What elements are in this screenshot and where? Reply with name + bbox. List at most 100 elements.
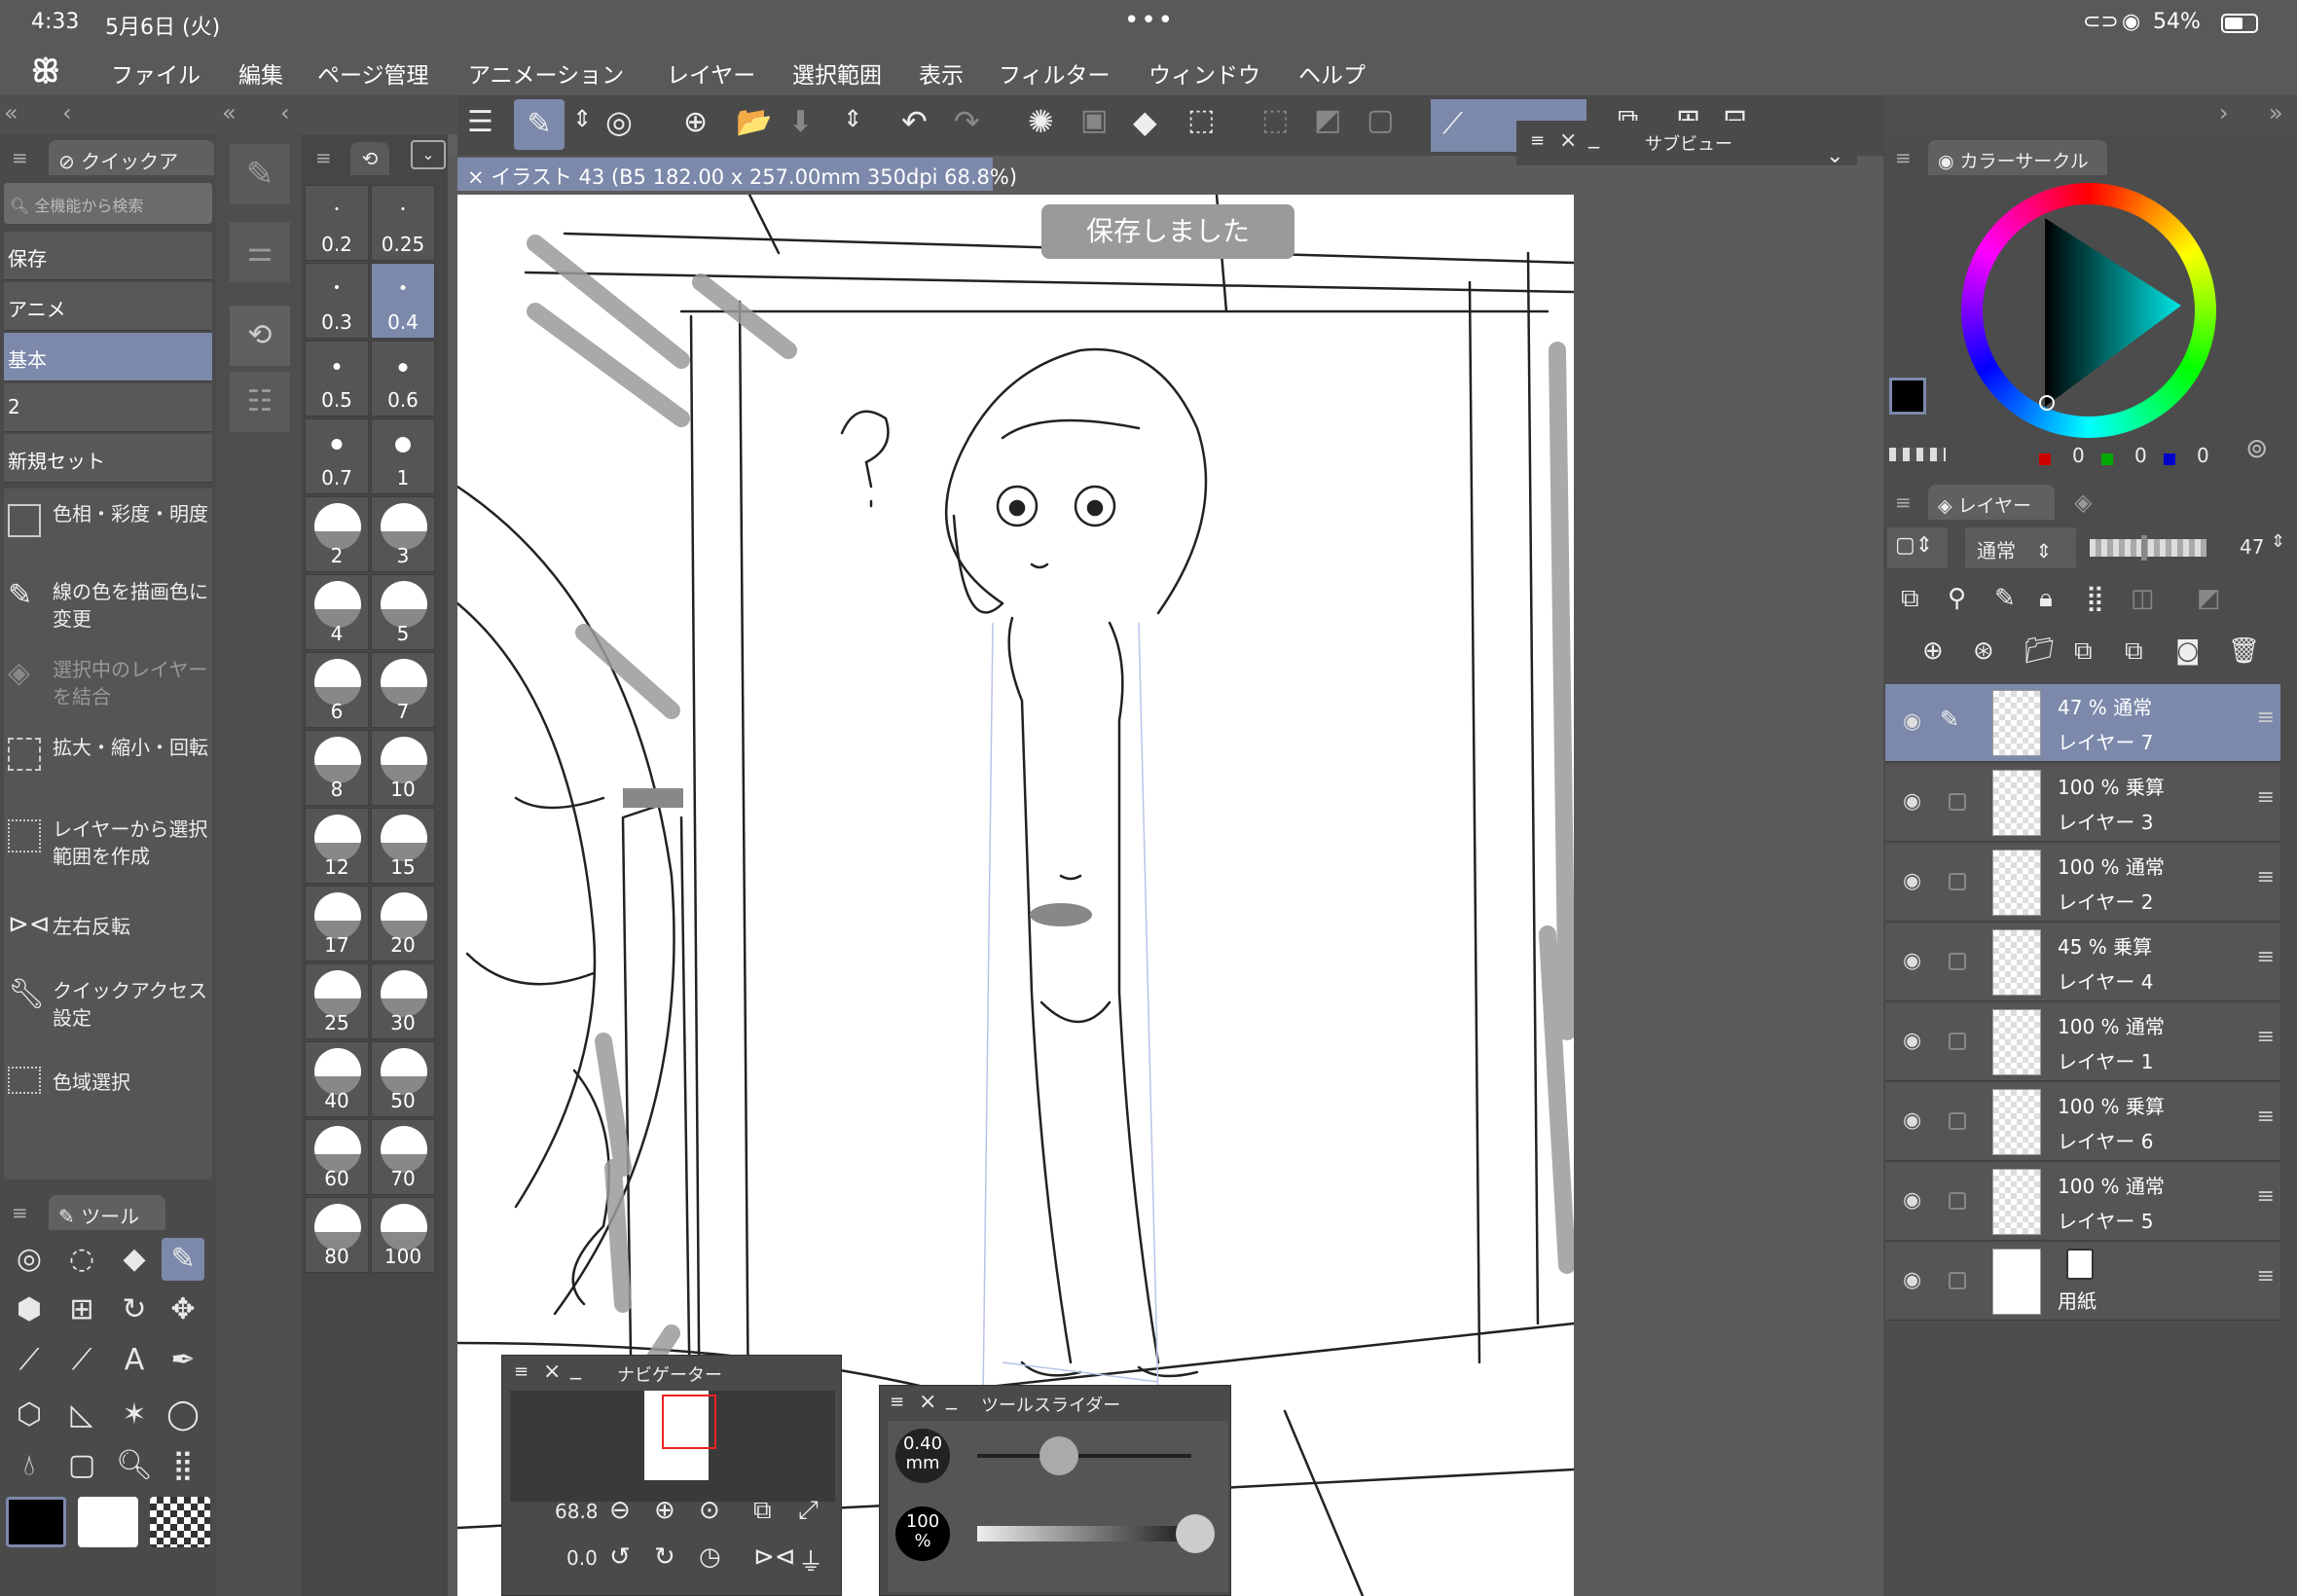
rotation-value[interactable]: 0.0 <box>566 1546 598 1570</box>
navigator-preview[interactable] <box>510 1391 835 1502</box>
brush-size-20[interactable]: 20 <box>371 886 435 961</box>
brush-size-1[interactable]: 1 <box>371 418 435 494</box>
quick-access-tab[interactable]: ⊘ クイックア <box>49 140 214 175</box>
ruler-snap-icon[interactable]: ⟋ <box>1442 107 1463 141</box>
ruler-layer-icon[interactable]: ◩ <box>2197 584 2221 613</box>
tool-tab[interactable]: ✎ ツール <box>49 1195 165 1230</box>
menu-selection[interactable]: 選択範囲 <box>792 56 882 90</box>
merge-down-icon[interactable]: ⧉ <box>2125 636 2143 667</box>
canvas-tab[interactable]: × イラスト 43 (B5 182.00 x 257.00mm 350dpi 6… <box>457 158 1017 191</box>
brush-size-0.25[interactable]: 0.25 <box>371 185 435 261</box>
layer-row[interactable]: ◉ 100 % 通常 レイヤー 1 ≡ <box>1885 1003 2280 1081</box>
deselect-icon[interactable]: ⬚ <box>1261 103 1289 137</box>
brush-size-4[interactable]: 4 <box>305 574 369 650</box>
main-color-chip[interactable] <box>1889 378 1926 415</box>
layer-checkbox[interactable] <box>1949 793 1966 811</box>
pattern-tool-icon[interactable]: ⣿ <box>162 1444 204 1487</box>
new-vector-layer-icon[interactable]: ⊛ <box>1973 636 1994 666</box>
layer-checkbox[interactable] <box>1949 953 1966 970</box>
rotate-right-icon[interactable]: ↻ <box>654 1542 675 1572</box>
layer-checkbox[interactable] <box>1949 1033 1966 1050</box>
redo-icon[interactable]: ↷ <box>954 103 980 140</box>
sparkle-tool-icon[interactable]: ✶ <box>113 1394 156 1436</box>
fit-window-icon[interactable]: ⧉ <box>753 1496 772 1526</box>
brush-size-0.6[interactable]: 0.6 <box>371 341 435 417</box>
mask-icon[interactable]: ◫ <box>2131 584 2155 613</box>
minimize-icon[interactable]: _ <box>570 1356 581 1380</box>
brush-size-0.2[interactable]: 0.2 <box>305 185 369 261</box>
zoom-out-icon[interactable]: ⊖ <box>609 1496 631 1525</box>
lock-icon[interactable]: 🔒︎ <box>2039 584 2053 614</box>
draft-icon[interactable]: ✎ <box>1994 584 2016 613</box>
zoom-tool-icon[interactable]: ◎ <box>8 1238 51 1281</box>
brush-size-40[interactable]: 40 <box>305 1041 369 1117</box>
cmd-scale-rotate[interactable]: 拡大・縮小・回転 <box>4 734 212 796</box>
set-item-anime[interactable]: アニメ <box>4 282 212 331</box>
flip-vertical-icon[interactable]: ⏚ <box>798 1542 823 1578</box>
brush-size-8[interactable]: 8 <box>305 730 369 806</box>
brush-size-0.4[interactable]: 0.4 <box>371 263 435 339</box>
collapse-all-left-2-icon[interactable]: « <box>222 99 237 127</box>
drag-handle-icon[interactable]: ≡ <box>2257 706 2275 730</box>
fit-icon[interactable]: ⊙ <box>699 1496 720 1525</box>
drag-handle-icon[interactable]: ≡ <box>2257 1105 2275 1129</box>
brush-size-5[interactable]: 5 <box>371 574 435 650</box>
blend-mode-select[interactable]: 通常 ⇕ <box>1965 527 2076 568</box>
cmd-merge-layers[interactable]: ◈ 選択中のレイヤーを結合 <box>4 656 212 718</box>
eye-icon[interactable]: ◉ <box>1903 1268 1921 1292</box>
drag-handle-icon[interactable]: ≡ <box>2257 1184 2275 1209</box>
drag-handle-icon[interactable]: ≡ <box>2257 865 2275 889</box>
delete-layer-icon[interactable]: 🗑︎ <box>2228 636 2260 666</box>
brush-size-80[interactable]: 80 <box>305 1197 369 1273</box>
set-item-2[interactable]: 2 <box>4 383 212 432</box>
layer-checkbox[interactable] <box>1949 1272 1966 1289</box>
eye-icon[interactable]: ◉ <box>1903 1108 1921 1133</box>
menu-help[interactable]: ヘルプ <box>1298 56 1366 90</box>
menu-window[interactable]: ウィンドウ <box>1148 56 1260 90</box>
brush-size-60[interactable]: 60 <box>305 1119 369 1195</box>
sub-tool-icon[interactable]: ✎ <box>230 144 290 204</box>
expand-icon[interactable]: ⤢ <box>798 1496 819 1526</box>
brush-size-7[interactable]: 7 <box>371 652 435 728</box>
eye-icon[interactable]: ◉ <box>1903 1029 1921 1053</box>
transform-icon[interactable]: ⬚ <box>1187 103 1215 137</box>
sub-color-swatch[interactable] <box>78 1497 138 1547</box>
multitask-dots-icon[interactable]: ••• <box>1124 6 1175 35</box>
cmd-selection-from-layer[interactable]: レイヤーから選択範囲を作成 <box>4 816 212 878</box>
layer-row[interactable]: ◉ 100 % 乗算 レイヤー 3 ≡ <box>1885 764 2280 842</box>
brush-tool-icon[interactable]: ⟋ <box>60 1339 103 1382</box>
rotate-left-icon[interactable]: ↺ <box>609 1542 631 1572</box>
reset-rotation-icon[interactable]: ◷ <box>699 1542 721 1572</box>
layer-opacity-slider[interactable] <box>2090 535 2206 561</box>
brush-size-17[interactable]: 17 <box>305 886 369 961</box>
blend-tool-icon[interactable]: 💧︎ <box>8 1444 51 1487</box>
close-icon[interactable]: × <box>467 165 485 189</box>
collapse-all-left-icon[interactable]: « <box>4 99 18 127</box>
drag-handle-icon[interactable]: ≡ <box>2257 1264 2275 1288</box>
transparent-chip[interactable] <box>1889 448 1946 461</box>
layer-property-tab-icon[interactable]: ◈ <box>2074 489 2092 516</box>
main-color-swatch[interactable] <box>6 1497 66 1547</box>
menu-animation[interactable]: アニメーション <box>468 56 624 90</box>
size-slider-track[interactable] <box>977 1436 1191 1475</box>
cmd-color-range[interactable]: 色域選択 <box>4 1067 212 1107</box>
layer-checkbox[interactable] <box>1949 1192 1966 1210</box>
brush-size-0.3[interactable]: 0.3 <box>305 263 369 339</box>
pen-tool-icon[interactable]: ✎ <box>162 1238 204 1281</box>
cmd-quick-access-settings[interactable]: 🔧︎ クイックアクセス設定 <box>4 977 212 1039</box>
new-file-icon[interactable]: ⊕ <box>683 105 708 139</box>
brush-size-3[interactable]: 3 <box>371 496 435 572</box>
fill-icon[interactable]: ◆ <box>1133 103 1157 140</box>
close-icon[interactable]: × <box>543 1360 561 1384</box>
3d-tool-icon[interactable]: ⬡ <box>8 1394 51 1436</box>
fill-tool-icon[interactable]: ⬢ <box>8 1288 51 1331</box>
brush-size-15[interactable]: 15 <box>371 808 435 884</box>
menu-page[interactable]: ページ管理 <box>317 56 429 90</box>
reference-icon[interactable]: ⚲ <box>1948 584 1966 613</box>
menu-filter[interactable]: フィルター <box>999 56 1111 90</box>
hamburger-menu-icon[interactable]: ☰ <box>467 105 493 139</box>
transfer-down-icon[interactable]: ⧉ <box>2074 636 2093 667</box>
open-file-icon[interactable]: 📂 <box>736 105 772 139</box>
new-folder-icon[interactable]: 📁︎ <box>2024 636 2056 666</box>
brush-size-tab-icon[interactable]: ⟲ <box>350 142 389 175</box>
